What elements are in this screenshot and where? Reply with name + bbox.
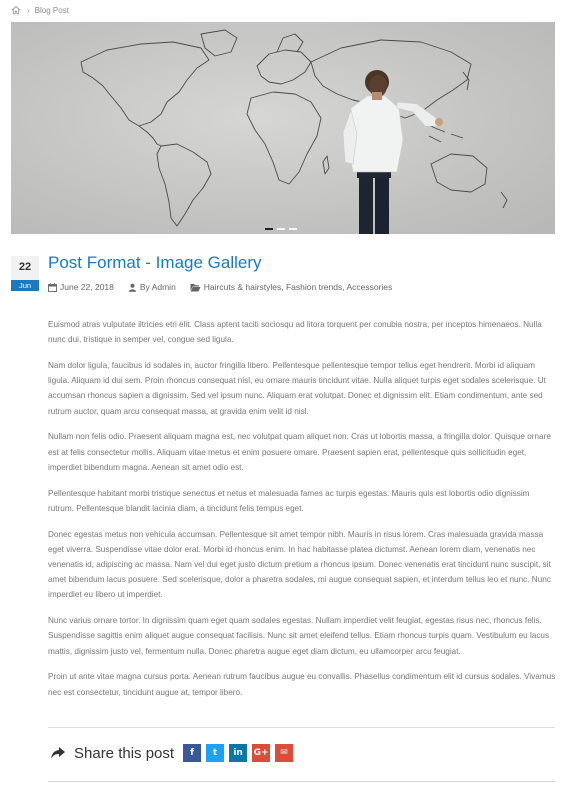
breadcrumb-current: Blog Post bbox=[34, 5, 69, 15]
twitter-share-button[interactable]: t bbox=[206, 744, 225, 762]
facebook-icon: f bbox=[190, 748, 195, 758]
gallery-pagination bbox=[265, 228, 297, 230]
post-date-day: 22 bbox=[11, 256, 39, 280]
breadcrumb-separator: › bbox=[27, 5, 30, 15]
share-section: Share this post f t in G+ ✉ bbox=[50, 744, 298, 762]
gallery-dot-2[interactable] bbox=[277, 228, 285, 230]
post-author-text[interactable]: By Admin bbox=[140, 282, 176, 292]
post-title[interactable]: Post Format - Image Gallery bbox=[48, 253, 262, 273]
share-divider-top bbox=[48, 727, 555, 728]
post-date-text[interactable]: June 22, 2018 bbox=[60, 282, 114, 292]
post-date-meta: June 22, 2018 bbox=[48, 282, 114, 292]
post-author-meta: By Admin bbox=[128, 282, 176, 292]
email-icon: ✉ bbox=[280, 748, 288, 758]
folder-open-icon bbox=[190, 283, 201, 291]
email-share-button[interactable]: ✉ bbox=[275, 744, 294, 762]
post-image-gallery[interactable] bbox=[11, 22, 555, 234]
gallery-dot-3[interactable] bbox=[289, 228, 297, 230]
breadcrumb: › Blog Post bbox=[11, 3, 69, 17]
post-paragraph: Euismod atras vulputate iltricies etri e… bbox=[48, 320, 542, 345]
home-icon[interactable] bbox=[11, 5, 21, 15]
post-paragraph: Nunc varius ornare tortor. In dignissim … bbox=[48, 616, 550, 656]
post-date-badge: 22 Jun bbox=[11, 256, 39, 291]
gallery-image bbox=[11, 22, 555, 234]
google-plus-icon: G+ bbox=[253, 748, 269, 758]
post-paragraph: Nullam non felis odio. Praesent aliquam … bbox=[48, 432, 551, 472]
linkedin-share-button[interactable]: in bbox=[229, 744, 248, 762]
post-date-month: Jun bbox=[11, 280, 39, 291]
post-paragraph: Proin ut ante vitae magna cursus porta. … bbox=[48, 672, 556, 697]
post-categories-meta: Haircuts & hairstyles, Fashion trends, A… bbox=[190, 282, 393, 292]
post-content: Euismod atras vulputate iltricies etri e… bbox=[48, 317, 556, 710]
gallery-dot-1[interactable] bbox=[265, 228, 273, 230]
calendar-icon bbox=[48, 282, 57, 292]
post-meta: June 22, 2018 By Admin Haircuts & hairst… bbox=[48, 282, 406, 292]
share-divider-bottom bbox=[48, 781, 555, 782]
post-categories-text[interactable]: Haircuts & hairstyles, Fashion trends, A… bbox=[204, 282, 393, 292]
share-label: Share this post bbox=[74, 744, 175, 762]
google-plus-share-button[interactable]: G+ bbox=[252, 744, 271, 762]
twitter-icon: t bbox=[212, 748, 218, 758]
post-paragraph: Pellentesque habitant morbi tristique se… bbox=[48, 488, 530, 513]
share-arrow-icon bbox=[51, 747, 65, 759]
post-paragraph: Donec egestas metus non vehicula accumsa… bbox=[48, 529, 551, 600]
facebook-share-button[interactable]: f bbox=[183, 744, 202, 762]
linkedin-icon: in bbox=[233, 748, 243, 758]
post-paragraph: Nam dolor ligula, faucibus id sodales in… bbox=[48, 361, 546, 416]
user-icon bbox=[128, 283, 137, 292]
